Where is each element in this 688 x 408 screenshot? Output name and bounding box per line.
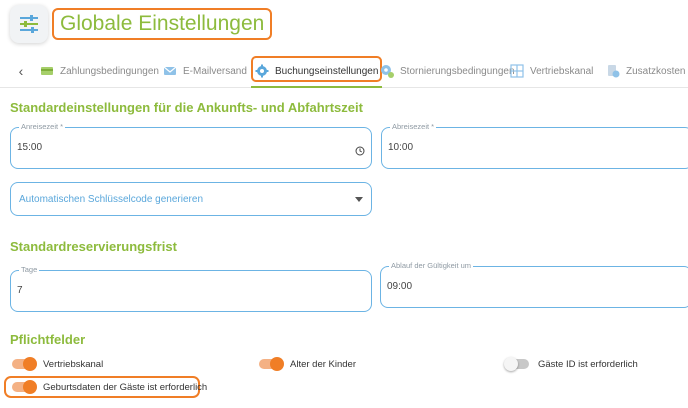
tab-zusatzkosten[interactable]: Zusatzkosten <box>606 56 685 86</box>
section-title-arrival: Standardeinstellungen für die Ankunfts- … <box>10 100 363 115</box>
tab-label: Vertriebskanal <box>530 65 594 77</box>
toggle-knob <box>504 357 518 371</box>
chevron-left-icon[interactable]: ‹ <box>12 62 30 80</box>
departure-time-field[interactable]: Abreisezeit * 10:00 <box>381 122 688 169</box>
expiry-time-field[interactable]: Ablauf der Gültigkeit um 09:00 <box>380 261 688 308</box>
caret-down-icon <box>355 197 363 202</box>
tab-label: Zahlungsbedingungen <box>60 65 159 77</box>
key-code-select-value: Automatischen Schlüsselcode generieren <box>19 194 203 205</box>
sliders-icon <box>10 5 48 43</box>
tab-label: Stornierungsbedingungen <box>400 65 515 77</box>
departure-time-value: 10:00 <box>388 142 414 153</box>
toggle-gaeste-id[interactable]: Gäste ID ist erforderlich <box>504 356 638 372</box>
toggle-geburtsdaten[interactable]: Geburtsdaten der Gäste ist erforderlich <box>12 379 207 395</box>
tab-zahlungsbedingungen[interactable]: Zahlungsbedingungen <box>40 56 159 86</box>
toggle-switch[interactable] <box>504 357 529 371</box>
page-header: Globale Einstellungen <box>0 0 688 52</box>
toggle-knob <box>23 380 37 394</box>
page-title: Globale Einstellungen <box>52 8 273 40</box>
toggle-switch[interactable] <box>12 357 37 371</box>
toggle-label: Vertriebskanal <box>43 358 104 370</box>
tab-e-mailversand[interactable]: E-Mailversand <box>163 56 247 86</box>
cancel-gear-icon <box>380 64 394 78</box>
tab-label: E-Mailversand <box>183 65 247 77</box>
arrival-time-value: 15:00 <box>17 142 43 153</box>
tab-highlight <box>251 56 383 82</box>
clock-icon[interactable] <box>355 143 365 161</box>
settings-tabs: ‹ Zahlungsbedingungen E-Mailversand Buch… <box>0 56 688 88</box>
toggle-label: Alter der Kinder <box>290 358 357 370</box>
arrival-time-label: Anreisezeit * <box>19 122 66 131</box>
toggle-label: Gäste ID ist erforderlich <box>538 358 638 370</box>
toggle-alter-der-kinder[interactable]: Alter der Kinder <box>259 356 356 372</box>
toggle-label: Geburtsdaten der Gäste ist erforderlich <box>43 381 208 393</box>
active-tab-underline <box>251 86 383 88</box>
toggle-vertriebskanal[interactable]: Vertriebskanal <box>12 356 103 372</box>
section-title-required: Pflichtfelder <box>10 332 86 347</box>
section-title-reservation: Standardreservierungsfrist <box>10 239 177 254</box>
tab-buchungseinstellungen[interactable]: Buchungseinstellungen <box>251 56 383 88</box>
costs-icon <box>606 64 620 78</box>
toggle-knob <box>23 357 37 371</box>
expiry-time-value: 09:00 <box>387 281 413 292</box>
days-label: Tage <box>19 265 40 274</box>
expiry-time-label: Ablauf der Gültigkeit um <box>389 261 474 270</box>
toggle-switch[interactable] <box>12 380 37 394</box>
tab-label: Zusatzkosten <box>626 65 686 77</box>
days-field[interactable]: Tage 7 <box>10 265 372 312</box>
tab-stornierungsbedingungen[interactable]: Stornierungsbedingungen <box>380 56 515 86</box>
toggle-knob <box>270 357 284 371</box>
departure-time-label: Abreisezeit * <box>390 122 437 131</box>
grid-icon <box>510 64 524 78</box>
mail-icon <box>163 64 177 78</box>
payment-icon <box>40 64 54 78</box>
toggle-switch[interactable] <box>259 357 284 371</box>
days-value: 7 <box>17 285 23 296</box>
key-code-select[interactable]: Automatischen Schlüsselcode generieren <box>10 182 372 216</box>
arrival-time-field[interactable]: Anreisezeit * 15:00 <box>10 122 372 169</box>
tab-vertriebskanal[interactable]: Vertriebskanal <box>510 56 593 86</box>
